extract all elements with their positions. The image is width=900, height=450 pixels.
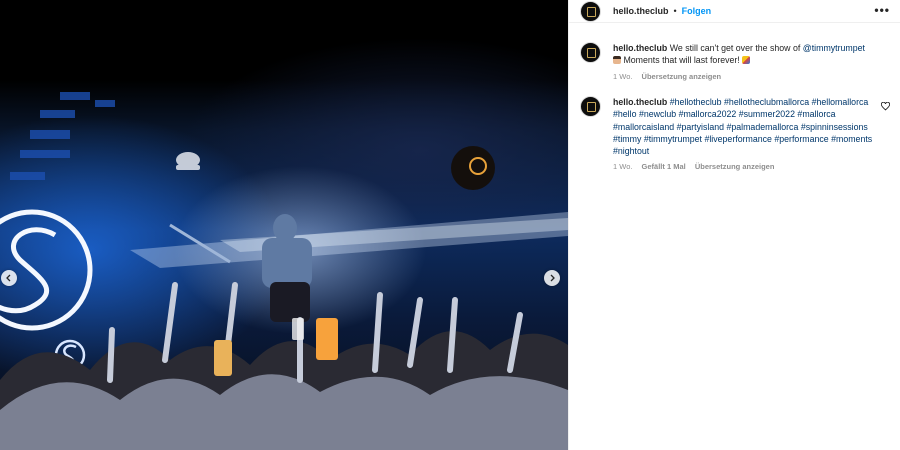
- header-username[interactable]: hello.theclub: [613, 6, 669, 16]
- hashtag-link[interactable]: #performance: [774, 134, 828, 144]
- caption-text-after: Moments that will last forever!: [623, 55, 740, 66]
- caption: hello.theclub We still can't get over th…: [580, 42, 892, 81]
- avatar[interactable]: [580, 96, 601, 117]
- hashtag-link[interactable]: #timmytrumpet: [644, 134, 702, 144]
- hashtag-link[interactable]: #liveperformance: [704, 134, 771, 144]
- concert-scene: [0, 92, 568, 450]
- hashtag-link[interactable]: #moments: [831, 134, 872, 144]
- follow-button[interactable]: Folgen: [682, 6, 712, 16]
- comment-age: 1 Wo.: [613, 162, 633, 172]
- chevron-left-icon: [6, 274, 11, 282]
- post-header: hello.theclub • Folgen •••: [569, 0, 900, 23]
- hashtag-link[interactable]: #hellotheclub: [670, 97, 722, 107]
- previous-image-button[interactable]: [1, 270, 17, 286]
- hashtag-link[interactable]: #partyisland: [677, 122, 724, 132]
- more-horizontal-icon[interactable]: •••: [874, 4, 890, 16]
- caption-username[interactable]: hello.theclub: [613, 43, 667, 53]
- person-raising-hand-emoji: [613, 56, 621, 65]
- caption-text: hello.theclub We still can't get over th…: [613, 42, 892, 67]
- hashtag-link[interactable]: #spinninsessions: [801, 122, 868, 132]
- comment-text: hello.theclub #hellotheclub #hellotheclu…: [613, 96, 892, 157]
- translate-button[interactable]: Übersetzung anzeigen: [695, 162, 775, 171]
- avatar[interactable]: [580, 0, 601, 22]
- hashtag-link[interactable]: #newclub: [639, 109, 676, 119]
- next-image-button[interactable]: [544, 270, 560, 286]
- hashtag-link[interactable]: #palmademallorca: [726, 122, 798, 132]
- hashtag-link[interactable]: #hello: [613, 109, 636, 119]
- caption-meta: 1 Wo. Übersetzung anzeigen: [613, 72, 892, 81]
- caption-age: 1 Wo.: [613, 71, 633, 81]
- spinnin-logo-icon: [0, 209, 93, 331]
- hashtag-link[interactable]: #summer2022: [739, 109, 795, 119]
- hashtag-link[interactable]: #hellomallorca: [812, 97, 869, 107]
- comment: hello.theclub #hellotheclub #hellotheclu…: [580, 96, 892, 171]
- comment-username[interactable]: hello.theclub: [613, 97, 667, 107]
- hashtag-link[interactable]: #mallorcaisland: [613, 122, 674, 132]
- hashtag-link[interactable]: #nightout: [613, 146, 649, 156]
- caption-text-before: We still can't get over the show of: [669, 43, 801, 53]
- hashtag-link[interactable]: #mallorca: [797, 109, 835, 119]
- separator-dot: •: [673, 6, 677, 16]
- party-popper-emoji: [742, 56, 751, 65]
- post-side-panel: hello.theclub • Folgen ••• hello.theclub…: [568, 0, 900, 450]
- likes-count[interactable]: Gefällt 1 Mal: [642, 162, 686, 171]
- hashtag-link[interactable]: #timmy: [613, 134, 641, 144]
- translate-button[interactable]: Übersetzung anzeigen: [642, 72, 722, 81]
- mention-link[interactable]: @timmytrumpet: [803, 43, 865, 53]
- hashtag-link[interactable]: #hellotheclubmallorca: [724, 97, 809, 107]
- post-photo: [0, 0, 568, 450]
- avatar[interactable]: [580, 42, 601, 63]
- heart-icon[interactable]: [881, 102, 890, 111]
- comment-meta: 1 Wo. Gefällt 1 Mal Übersetzung anzeigen: [613, 162, 892, 171]
- chevron-right-icon: [550, 274, 555, 282]
- hashtag-link[interactable]: #mallorca2022: [679, 109, 737, 119]
